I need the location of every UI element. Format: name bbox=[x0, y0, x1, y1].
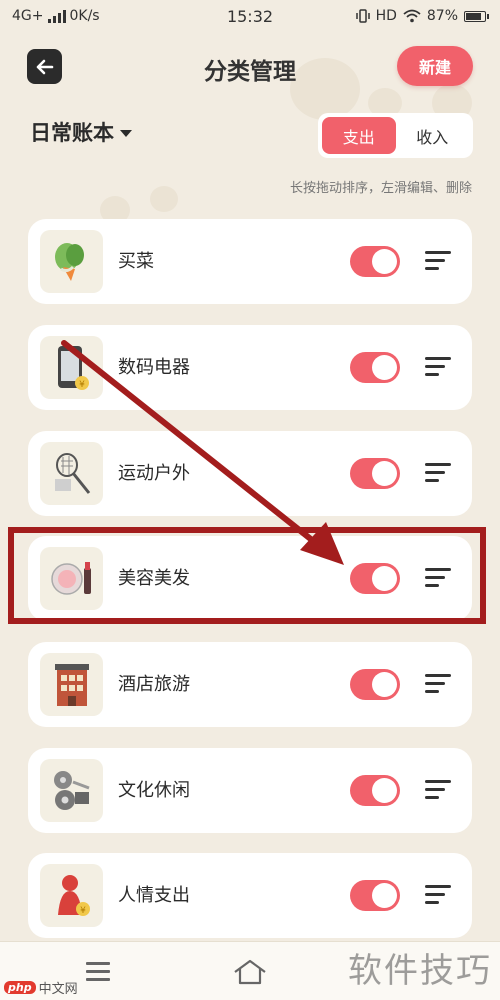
battery-icon bbox=[464, 10, 489, 22]
category-label: 数码电器 bbox=[118, 357, 190, 378]
battery-percent: 87% bbox=[426, 8, 458, 24]
menu-icon[interactable] bbox=[86, 962, 110, 981]
brand-text: 中文网 bbox=[38, 982, 78, 997]
hd-indicator: HD bbox=[375, 8, 397, 24]
vegetable-icon bbox=[40, 230, 103, 293]
paw-decoration bbox=[290, 58, 360, 120]
category-item[interactable]: 运动户外 bbox=[28, 431, 472, 516]
category-item[interactable]: 文化休闲 bbox=[28, 748, 472, 833]
wifi-icon bbox=[403, 9, 421, 23]
category-label: 人情支出 bbox=[118, 885, 190, 906]
category-label: 运动户外 bbox=[118, 463, 190, 484]
category-toggle[interactable] bbox=[350, 775, 400, 806]
drag-handle-icon[interactable] bbox=[425, 674, 451, 694]
drag-handle-icon[interactable] bbox=[425, 568, 451, 588]
svg-text:¥: ¥ bbox=[80, 906, 86, 916]
php-badge: php bbox=[4, 981, 36, 994]
category-label: 酒店旅游 bbox=[118, 674, 190, 695]
hotel-icon bbox=[40, 653, 103, 716]
book-selector[interactable]: 日常账本 bbox=[30, 117, 132, 147]
category-item[interactable]: 买菜 bbox=[28, 219, 472, 304]
new-category-button[interactable]: 新建 bbox=[397, 46, 473, 86]
category-toggle[interactable] bbox=[350, 352, 400, 383]
category-item[interactable]: ¥ 数码电器 bbox=[28, 325, 472, 410]
category-label: 美容美发 bbox=[118, 568, 190, 589]
svg-text:¥: ¥ bbox=[79, 380, 85, 390]
watermark-site: 软件技巧 bbox=[348, 951, 492, 991]
racket-icon bbox=[40, 442, 103, 505]
category-item[interactable]: 美容美发 bbox=[28, 536, 472, 621]
person-coin-icon: ¥ bbox=[40, 864, 103, 927]
film-reel-icon bbox=[40, 759, 103, 822]
back-arrow-icon bbox=[36, 59, 53, 74]
category-toggle[interactable] bbox=[350, 246, 400, 277]
makeup-icon bbox=[40, 547, 103, 610]
caret-down-icon bbox=[120, 129, 132, 137]
phone-icon: ¥ bbox=[40, 336, 103, 399]
status-bar: 4G+ 0K/s 15:32 HD 87% bbox=[0, 0, 500, 34]
category-label: 买菜 bbox=[118, 251, 154, 272]
tab-expense[interactable]: 支出 bbox=[322, 117, 396, 154]
category-toggle[interactable] bbox=[350, 563, 400, 594]
paw-decoration bbox=[150, 186, 178, 212]
status-right: HD 87% bbox=[355, 8, 489, 24]
vibrate-icon bbox=[355, 9, 370, 23]
book-name: 日常账本 bbox=[30, 121, 114, 145]
drag-handle-icon[interactable] bbox=[425, 357, 451, 377]
home-icon[interactable] bbox=[232, 958, 268, 986]
category-item[interactable]: ¥ 人情支出 bbox=[28, 853, 472, 938]
sort-hint: 长按拖动排序，左滑编辑、删除 bbox=[289, 181, 472, 196]
drag-handle-icon[interactable] bbox=[425, 463, 451, 483]
drag-handle-icon[interactable] bbox=[425, 251, 451, 271]
back-button[interactable] bbox=[27, 49, 62, 84]
category-toggle[interactable] bbox=[350, 458, 400, 489]
tab-income[interactable]: 收入 bbox=[396, 117, 470, 154]
category-item[interactable]: 酒店旅游 bbox=[28, 642, 472, 727]
category-label: 文化休闲 bbox=[118, 780, 190, 801]
category-toggle[interactable] bbox=[350, 669, 400, 700]
drag-handle-icon[interactable] bbox=[425, 780, 451, 800]
type-segment: 支出 收入 bbox=[318, 113, 473, 158]
drag-handle-icon[interactable] bbox=[425, 885, 451, 905]
watermark-brand: php 中文网 bbox=[4, 978, 78, 997]
category-toggle[interactable] bbox=[350, 880, 400, 911]
